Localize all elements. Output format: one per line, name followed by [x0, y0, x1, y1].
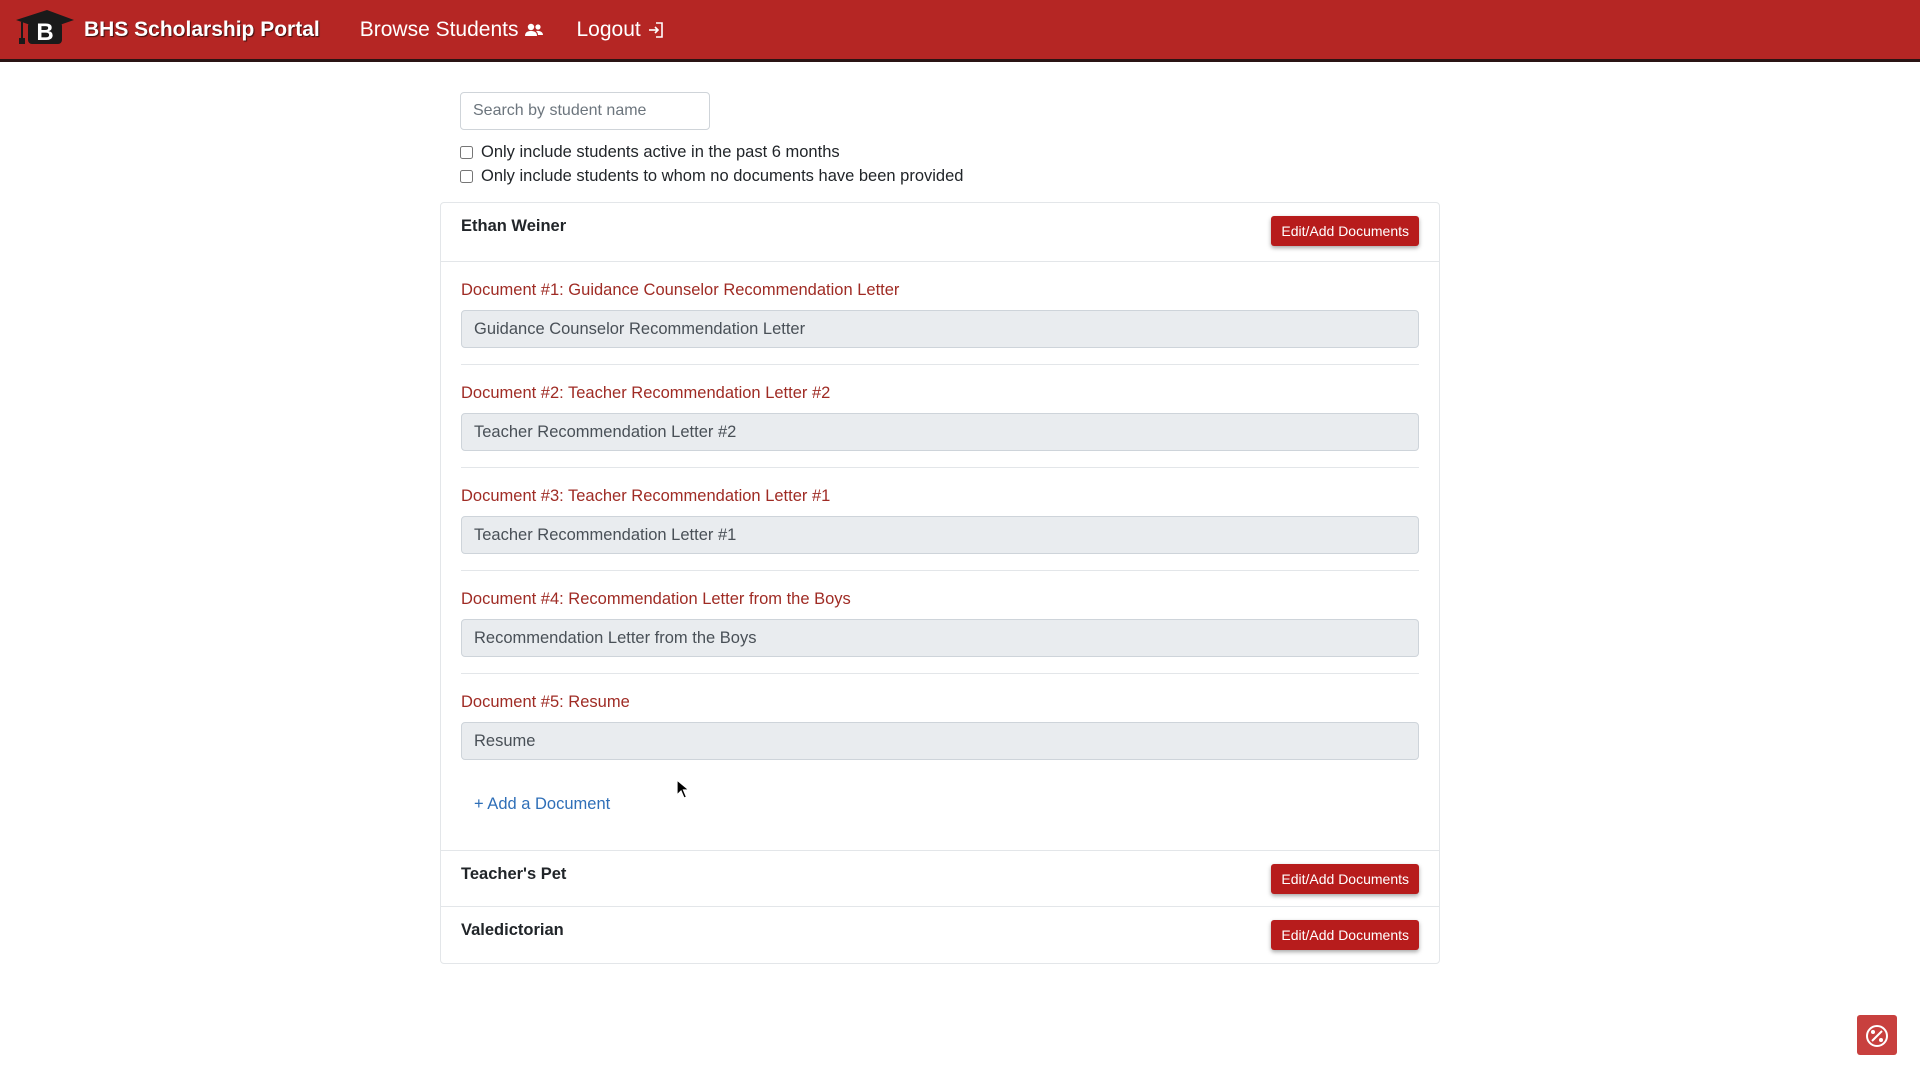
document-field[interactable]: Recommendation Letter from the Boys: [461, 619, 1419, 657]
corner-badge-icon[interactable]: [1857, 1015, 1897, 1055]
document-field[interactable]: Teacher Recommendation Letter #1: [461, 516, 1419, 554]
top-navbar: B BHS Scholarship Portal Browse Students…: [0, 0, 1920, 62]
nav-logout-label: Logout: [576, 17, 641, 41]
add-document-row: + Add a Document: [441, 777, 1439, 851]
document-label: Document #1: Guidance Counselor Recommen…: [461, 281, 900, 299]
active-6-months-checkbox[interactable]: [460, 145, 473, 159]
document-label: Document #3: Teacher Recommendation Lett…: [461, 487, 831, 505]
brand-letter: B: [36, 19, 53, 46]
filter-no-documents[interactable]: Only include students to whom no documen…: [460, 164, 1460, 188]
student-row: Teacher's Pet Edit/Add Documents: [441, 851, 1439, 907]
document-label: Document #2: Teacher Recommendation Lett…: [461, 384, 831, 402]
document-item: Document #3: Teacher Recommendation Lett…: [461, 468, 1419, 571]
nav-logout[interactable]: Logout: [576, 18, 664, 42]
recorder-icon: [1866, 1025, 1888, 1047]
brand[interactable]: B BHS Scholarship Portal: [14, 0, 320, 61]
document-label: Document #5: Resume: [461, 693, 630, 711]
filter-active-6-months[interactable]: Only include students active in the past…: [460, 140, 1460, 164]
document-field[interactable]: Resume: [461, 722, 1419, 760]
student-row: Valedictorian Edit/Add Documents: [441, 907, 1439, 963]
no-documents-checkbox[interactable]: [460, 169, 473, 183]
edit-add-documents-button[interactable]: Edit/Add Documents: [1271, 216, 1419, 246]
document-item: Document #4: Recommendation Letter from …: [461, 571, 1419, 674]
document-item: Document #2: Teacher Recommendation Lett…: [461, 365, 1419, 468]
no-documents-label: Only include students to whom no documen…: [481, 166, 964, 185]
document-item: Document #1: Guidance Counselor Recommen…: [461, 262, 1419, 365]
graduation-cap-logo-icon: B: [16, 9, 74, 46]
people-icon: [525, 23, 544, 36]
edit-add-documents-button[interactable]: Edit/Add Documents: [1271, 864, 1419, 894]
student-list: Ethan Weiner Edit/Add Documents Document…: [440, 202, 1440, 964]
active-6-months-label: Only include students active in the past…: [481, 142, 840, 161]
logout-arrow-icon: [648, 21, 663, 38]
student-name: Valedictorian: [461, 921, 564, 939]
mouse-cursor-icon: [676, 779, 690, 799]
edit-add-documents-button[interactable]: Edit/Add Documents: [1271, 920, 1419, 950]
main-content: Only include students active in the past…: [440, 92, 1460, 964]
search-input[interactable]: [460, 92, 710, 130]
document-field[interactable]: Teacher Recommendation Letter #2: [461, 413, 1419, 451]
brand-title: BHS Scholarship Portal: [84, 17, 320, 41]
nav-browse-students[interactable]: Browse Students: [360, 18, 545, 42]
add-document-link[interactable]: + Add a Document: [474, 795, 610, 814]
nav-browse-label: Browse Students: [359, 17, 519, 41]
student-row: Ethan Weiner Edit/Add Documents: [441, 203, 1439, 262]
student-name: Ethan Weiner: [461, 217, 567, 235]
document-label: Document #4: Recommendation Letter from …: [461, 590, 851, 608]
document-item: Document #5: Resume Resume: [461, 674, 1419, 777]
student-name: Teacher's Pet: [461, 865, 567, 883]
document-field[interactable]: Guidance Counselor Recommendation Letter: [461, 310, 1419, 348]
